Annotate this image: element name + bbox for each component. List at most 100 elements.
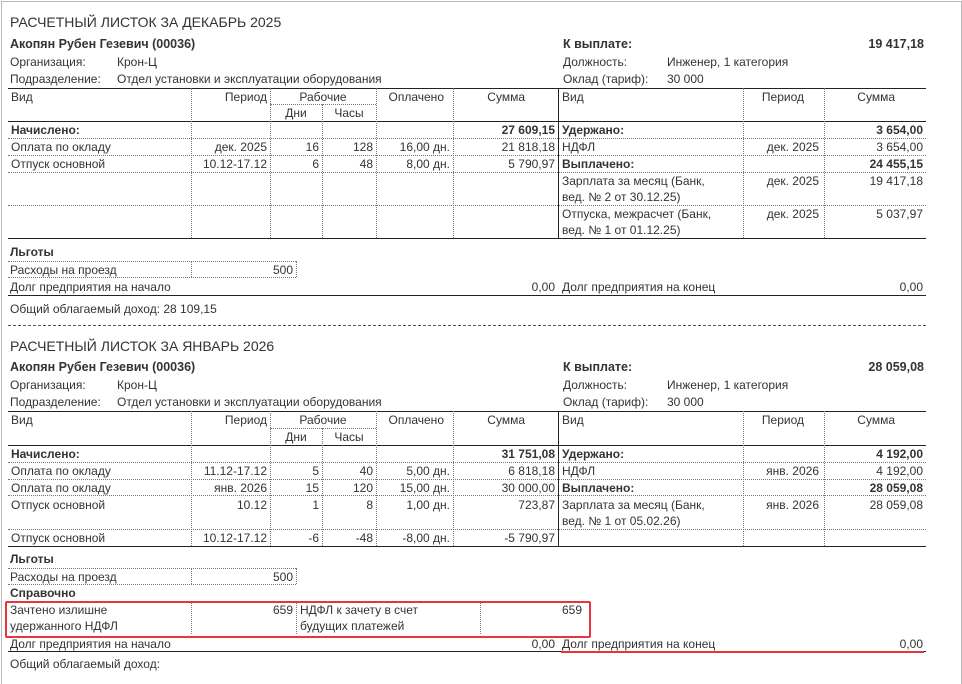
col-header-period: Период <box>224 413 267 427</box>
rule <box>376 411 377 546</box>
rule <box>558 411 559 546</box>
dept-label: Подразделение: <box>10 395 101 409</box>
rule <box>296 603 297 634</box>
rule <box>296 568 297 584</box>
accrued-row-hours: 120 <box>352 481 373 495</box>
accrued-row-sum: 30 000,00 <box>501 481 555 495</box>
paid-total: 24 455,15 <box>869 157 923 171</box>
accrued-row-days: 15 <box>305 481 319 495</box>
rule <box>8 568 296 569</box>
paid-label: Выплачено: <box>562 481 635 495</box>
withheld-row-sum: 4 192,00 <box>876 464 923 478</box>
rule <box>8 205 926 206</box>
salary-label: Оклад (тариф): <box>563 395 649 409</box>
accrued-total: 31 751,08 <box>501 447 555 461</box>
col-header-period: Период <box>224 90 267 104</box>
col-header-hours: Часы <box>334 430 364 444</box>
benefits-label: Льготы <box>10 245 54 259</box>
accrued-row-paid: 5,00 дн. <box>406 464 450 478</box>
salary-label: Оклад (тариф): <box>563 72 649 86</box>
payout-row-line1: Зарплата за месяц (Банк, <box>562 498 705 512</box>
accrued-row-hours: -48 <box>355 531 373 545</box>
rule <box>8 261 296 262</box>
col-header-paid: Оплачено <box>388 90 444 104</box>
rule <box>270 428 376 429</box>
rule <box>8 479 926 480</box>
position-label: Должность: <box>563 378 628 392</box>
rule <box>8 238 926 239</box>
accrued-row-name: Оплата по окладу <box>11 464 111 478</box>
org-value: Крон-Ц <box>117 55 157 69</box>
col-header-days: Дни <box>285 106 307 120</box>
to-pay-amount: 28 059,08 <box>868 360 924 374</box>
benefit-value: 500 <box>272 570 293 584</box>
payout-row-period: янв. 2026 <box>766 498 819 512</box>
col-header-paid: Оплачено <box>388 413 444 427</box>
col-header-work: Рабочие <box>299 413 347 427</box>
withheld-row-period: дек. 2025 <box>766 140 819 154</box>
accrued-row-paid: 8,00 дн. <box>406 157 450 171</box>
reference-right-line2: будущих платежей <box>300 619 405 633</box>
benefit-name: Расходы на проезд <box>10 263 117 277</box>
col-header-work: Рабочие <box>299 90 347 104</box>
employee-name: Акопян Рубен Гезевич (00036) <box>10 37 196 51</box>
debt-start-label: Долг предприятия на начало <box>10 637 171 651</box>
accrued-row-name: Оплата по окладу <box>11 140 111 154</box>
debt-end-value: 0,00 <box>899 637 923 651</box>
col-header-sum: Сумма <box>487 413 525 427</box>
payout-row-period: дек. 2025 <box>766 207 819 221</box>
accrued-row-paid: -8,00 дн. <box>402 531 450 545</box>
rule <box>8 584 296 585</box>
payout-row-sum: 19 417,18 <box>869 174 923 188</box>
rule <box>8 495 926 496</box>
accrued-row-name: Отпуск основной <box>11 157 106 171</box>
reference-left-line2: удержанного НДФЛ <box>10 619 118 633</box>
col-header-vid: Вид <box>11 90 33 104</box>
withheld-total: 4 192,00 <box>876 447 923 461</box>
accrued-label: Начислено: <box>11 447 80 461</box>
accrued-row-sum: 5 790,97 <box>508 157 555 171</box>
benefit-value: 500 <box>272 263 293 277</box>
payout-row-line2: вед. № 2 от 30.12.25) <box>562 190 681 204</box>
rule <box>322 104 323 238</box>
taxable-income: Общий облагаемый доход: <box>10 657 161 671</box>
position-value: Инженер, 1 категория <box>667 378 789 392</box>
rule <box>8 172 926 173</box>
paid-label: Выплачено: <box>562 157 635 171</box>
rule <box>743 411 744 546</box>
accrued-row-paid: 16,00 дн. <box>399 140 450 154</box>
accrued-row-days: 6 <box>312 157 319 171</box>
accrued-row-sum: -5 790,97 <box>504 531 555 545</box>
accrued-total: 27 609,15 <box>501 123 555 137</box>
accrued-row-name: Отпуск основной <box>11 531 106 545</box>
rule <box>8 88 926 89</box>
payout-row-line1: Отпуска, межрасчет (Банк, <box>562 207 712 221</box>
col-header-hours: Часы <box>334 106 364 120</box>
withheld-total: 3 654,00 <box>876 123 923 137</box>
accrued-row-days: 5 <box>312 464 319 478</box>
position-label: Должность: <box>563 55 628 69</box>
rule <box>558 88 559 238</box>
rule <box>8 411 926 412</box>
debt-start-value: 0,00 <box>531 280 555 294</box>
rule <box>8 295 926 296</box>
rule <box>8 138 926 139</box>
debt-start-label: Долг предприятия на начало <box>10 280 171 294</box>
accrued-row-days: 16 <box>305 140 319 154</box>
to-pay-label: К выплате: <box>563 37 633 51</box>
debt-start-value: 0,00 <box>531 637 555 651</box>
rule <box>8 277 296 278</box>
rule <box>8 462 926 463</box>
payout-row-sum: 28 059,08 <box>869 498 923 512</box>
accrued-row-paid: 15,00 дн. <box>399 481 450 495</box>
col-header-period-right: Период <box>761 90 804 104</box>
slip-title: РАСЧЕТНЫЙ ЛИСТОК ЗА ЯНВАРЬ 2026 <box>10 338 275 354</box>
accrued-row-days: -6 <box>308 531 319 545</box>
withheld-row-name: НДФЛ <box>562 140 596 154</box>
rule <box>8 529 926 530</box>
benefits-label: Льготы <box>10 552 54 566</box>
reference-left-line1: Зачтено излишне <box>10 603 108 617</box>
payout-row-period: дек. 2025 <box>766 174 819 188</box>
accrued-row-period: 10.12-17.12 <box>202 157 267 171</box>
col-header-period-right: Период <box>761 413 804 427</box>
